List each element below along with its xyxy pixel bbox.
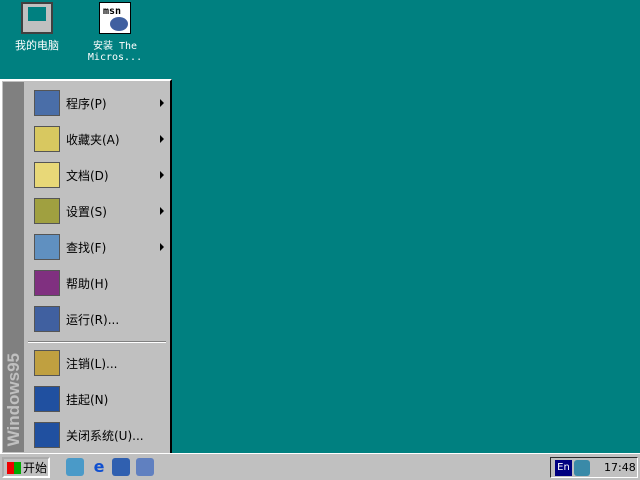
desktop-icon-my-computer[interactable]: 我的电脑 xyxy=(2,2,72,53)
start-menu-item[interactable]: 注销(L)... xyxy=(28,346,170,380)
language-indicator[interactable]: En xyxy=(555,459,572,476)
menu-item-label: 文档(D) xyxy=(66,168,109,183)
channels-icon[interactable] xyxy=(136,458,154,476)
menu-item-label: 帮助(H) xyxy=(66,276,109,291)
start-menu-item[interactable]: 收藏夹(A) xyxy=(28,122,170,156)
start-menu-item[interactable]: 挂起(N) xyxy=(28,382,170,416)
start-menu-item[interactable]: 查找(F) xyxy=(28,230,170,264)
menu-item-icon xyxy=(34,162,60,188)
submenu-arrow-icon xyxy=(160,207,164,215)
start-menu-item[interactable]: 程序(P) xyxy=(28,86,170,120)
internet-explorer-icon[interactable]: e xyxy=(90,458,108,476)
menu-item-label: 查找(F) xyxy=(66,240,107,255)
desktop-icon-msn-setup[interactable]: msn 安装 The Micros... xyxy=(80,2,150,63)
menu-item-icon xyxy=(34,234,60,260)
outlook-express-icon[interactable] xyxy=(112,458,130,476)
clock[interactable]: 17:48 xyxy=(604,461,636,474)
start-menu-item[interactable]: 文档(D) xyxy=(28,158,170,192)
start-menu-item[interactable]: 帮助(H) xyxy=(28,266,170,300)
menu-item-label: 程序(P) xyxy=(66,96,107,111)
menu-item-icon xyxy=(34,198,60,224)
system-tray: En 17:48 xyxy=(550,457,638,478)
taskbar: 开始 e En 17:48 xyxy=(0,453,640,480)
start-menu-item[interactable]: 关闭系统(U)... xyxy=(28,418,170,452)
menu-item-label: 运行(R)... xyxy=(66,312,120,327)
desktop-icon-label: 安装 The Micros... xyxy=(87,41,143,63)
windows-logo-icon xyxy=(7,461,21,474)
menu-item-icon xyxy=(34,422,60,448)
start-menu-item[interactable]: 设置(S) xyxy=(28,194,170,228)
windows95-banner: Windows95 xyxy=(3,82,24,452)
submenu-arrow-icon xyxy=(160,135,164,143)
menu-item-icon xyxy=(34,386,60,412)
desktop-globe-icon[interactable] xyxy=(66,458,84,476)
menu-item-icon xyxy=(34,270,60,296)
msn-icon: msn xyxy=(99,2,131,34)
start-menu: Windows95 程序(P) 收藏夹(A) 文档(D) 设置(S) 查找(F) 帮助(H… xyxy=(0,79,172,455)
desktop-icon-label: 我的电脑 xyxy=(15,39,59,52)
start-label: 开始 xyxy=(23,461,48,475)
computer-icon xyxy=(21,2,53,34)
submenu-arrow-icon xyxy=(160,243,164,251)
menu-item-label: 关闭系统(U)... xyxy=(66,428,144,443)
menu-item-icon xyxy=(34,126,60,152)
menu-item-icon xyxy=(34,306,60,332)
menu-item-icon xyxy=(34,350,60,376)
menu-separator xyxy=(28,341,166,343)
menu-item-label: 注销(L)... xyxy=(66,356,118,371)
submenu-arrow-icon xyxy=(160,171,164,179)
submenu-arrow-icon xyxy=(160,99,164,107)
menu-item-label: 挂起(N) xyxy=(66,392,109,407)
menu-item-icon xyxy=(34,90,60,116)
start-menu-item[interactable]: 运行(R)... xyxy=(28,302,170,336)
network-icon[interactable] xyxy=(574,459,590,476)
start-button[interactable]: 开始 xyxy=(2,457,50,478)
menu-item-label: 收藏夹(A) xyxy=(66,132,120,147)
menu-item-label: 设置(S) xyxy=(66,204,107,219)
